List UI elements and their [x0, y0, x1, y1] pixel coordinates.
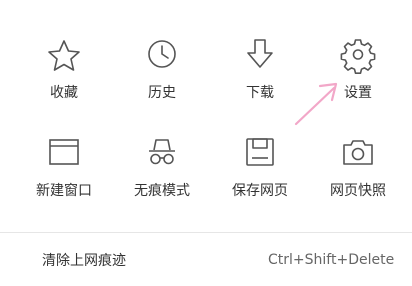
menu-item-label: 无痕模式: [134, 183, 190, 199]
menu-item-history[interactable]: 历史: [116, 36, 208, 116]
menu-item-favorites[interactable]: 收藏: [18, 36, 110, 116]
menu-item-label: 设置: [344, 85, 372, 101]
browser-menu: 收藏 历史 下载 设置 新建窗口 无痕模式 保存网页 网页快照 清除上网痕迹 C…: [0, 0, 412, 286]
menu-item-label: 收藏: [50, 85, 78, 101]
clear-traces-item[interactable]: 清除上网痕迹 Ctrl+Shift+Delete: [0, 240, 412, 280]
menu-item-label: 历史: [148, 85, 176, 101]
clear-traces-shortcut: Ctrl+Shift+Delete: [268, 252, 395, 268]
window-icon: [44, 134, 84, 174]
clock-icon: [142, 36, 182, 76]
menu-divider: [0, 232, 412, 233]
menu-item-label: 保存网页: [232, 183, 288, 199]
menu-item-downloads[interactable]: 下载: [214, 36, 306, 116]
camera-icon: [338, 134, 378, 174]
download-icon: [240, 36, 280, 76]
menu-item-label: 下载: [246, 85, 274, 101]
incognito-icon: [142, 134, 182, 174]
menu-item-settings[interactable]: 设置: [312, 36, 404, 116]
star-icon: [44, 36, 84, 76]
menu-item-incognito[interactable]: 无痕模式: [116, 134, 208, 214]
menu-item-label: 网页快照: [330, 183, 386, 199]
menu-item-page-snapshot[interactable]: 网页快照: [312, 134, 404, 214]
menu-item-new-window[interactable]: 新建窗口: [18, 134, 110, 214]
save-icon: [240, 134, 280, 174]
gear-icon: [338, 36, 378, 76]
clear-traces-label: 清除上网痕迹: [42, 253, 126, 269]
menu-item-label: 新建窗口: [36, 183, 92, 199]
menu-item-save-page[interactable]: 保存网页: [214, 134, 306, 214]
